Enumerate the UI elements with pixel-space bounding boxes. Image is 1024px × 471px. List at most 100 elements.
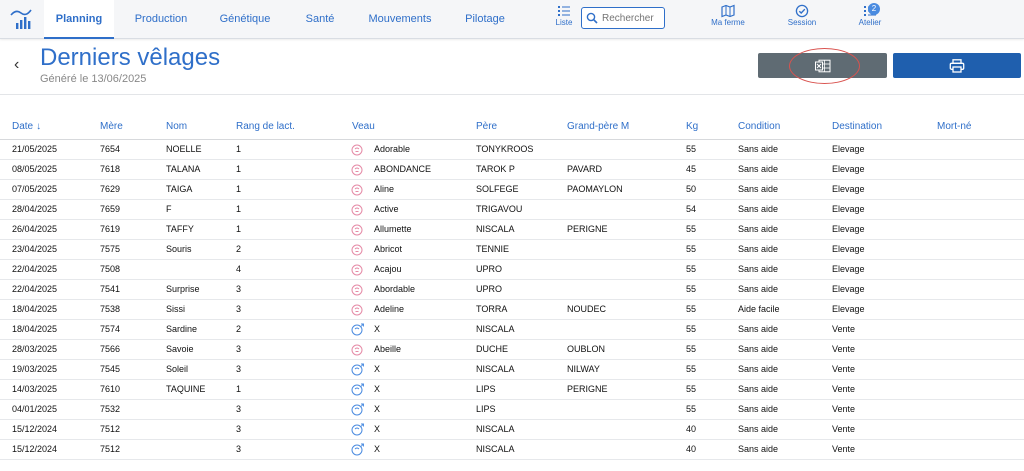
cell-kg: 55 <box>686 244 697 254</box>
column-header-grand-pere[interactable]: Grand-père M <box>567 114 629 139</box>
cell-grand-pere: PERIGNE <box>567 384 608 394</box>
table-row[interactable]: 18/04/2025 7574 Sardine 2 X NISCALA 55 Sans aid… <box>0 320 1024 340</box>
atelier-count-badge: 2 <box>868 3 880 15</box>
tab-planning[interactable]: Planning <box>44 0 114 39</box>
tab-sante[interactable]: Santé <box>295 0 345 38</box>
ma-ferme-button[interactable]: Ma ferme <box>705 4 751 34</box>
liste-button[interactable]: Liste <box>551 4 577 34</box>
tab-mouvements[interactable]: Mouvements <box>360 0 440 38</box>
printer-icon <box>949 58 965 73</box>
cell-kg: 55 <box>686 404 697 414</box>
print-button[interactable] <box>893 53 1021 78</box>
tab-genetique[interactable]: Génétique <box>210 0 280 38</box>
cell-nom: Soleil <box>166 364 189 374</box>
cell-pere: TENNIE <box>476 244 510 254</box>
cell-nom: Sissi <box>166 304 186 314</box>
column-header-destination[interactable]: Destination <box>832 114 882 139</box>
male-calf-icon <box>351 403 364 416</box>
cell-pere: NISCALA <box>476 444 515 454</box>
table-row[interactable]: 15/12/2024 7512 3 X NISCALA 40 Sans aide Vente <box>0 440 1024 460</box>
cell-kg: 55 <box>686 384 697 394</box>
table-row[interactable]: 07/05/2025 7629 TAIGA 1 Aline SOLFEGE PAOMAYLO… <box>0 180 1024 200</box>
cell-grand-pere: PAVARD <box>567 164 603 174</box>
column-header-mort-ne[interactable]: Mort-né <box>937 114 971 139</box>
app-logo-icon[interactable] <box>8 6 34 32</box>
cell-condition: Sans aide <box>738 144 779 154</box>
cell-date: 19/03/2025 <box>12 364 58 374</box>
cell-veau: X <box>374 324 381 334</box>
cell-destination: Vente <box>832 364 856 374</box>
cell-kg: 45 <box>686 164 697 174</box>
cell-rang: 1 <box>236 384 242 394</box>
table-row[interactable]: 18/04/2025 7538 Sissi 3 Adeline TORRA NOUDEC 55… <box>0 300 1024 320</box>
column-header-date[interactable]: Date ↓ <box>12 114 41 139</box>
column-header-rang[interactable]: Rang de lact. <box>236 114 295 139</box>
table-row[interactable]: 26/04/2025 7619 TAFFY 1 Allumette NISCALA PERI… <box>0 220 1024 240</box>
cell-mere: 7574 <box>100 324 121 334</box>
cell-destination: Elevage <box>832 284 865 294</box>
cell-pere: UPRO <box>476 264 503 274</box>
cell-veau: X <box>374 424 381 434</box>
cell-date: 26/04/2025 <box>12 224 58 234</box>
female-calf-icon <box>351 264 363 276</box>
table-row[interactable]: 23/04/2025 7575 Souris 2 Abricot TENNIE 55 Sans… <box>0 240 1024 260</box>
table-row[interactable]: 21/05/2025 7654 NOELLE 1 Adorable TONYKROOS 55… <box>0 140 1024 160</box>
cell-veau: Adorable <box>374 144 411 154</box>
cell-kg: 54 <box>686 204 697 214</box>
tab-production[interactable]: Production <box>124 0 198 38</box>
cell-mere: 7659 <box>100 204 121 214</box>
table-header-row: Date ↓ Mère Nom Rang de lact. Veau Père G… <box>0 114 1024 140</box>
table-row[interactable]: 28/04/2025 7659 F 1 Active TRIGAVOU 54 Sans aid… <box>0 200 1024 220</box>
cell-condition: Sans aide <box>738 164 779 174</box>
cell-pere: TORRA <box>476 304 508 314</box>
cell-rang: 1 <box>236 204 242 214</box>
session-button[interactable]: Session <box>782 4 822 34</box>
cell-grand-pere: NILWAY <box>567 364 600 374</box>
cell-mere: 7532 <box>100 404 121 414</box>
cell-date: 14/03/2025 <box>12 384 58 394</box>
table-row[interactable]: 14/03/2025 7610 TAQUINE 1 X LIPS PERIGNE 55 Sans… <box>0 380 1024 400</box>
cell-pere: TAROK P <box>476 164 515 174</box>
atelier-button[interactable]: 2 Atelier <box>852 3 888 34</box>
cell-date: 28/04/2025 <box>12 204 58 214</box>
cell-veau: Abordable <box>374 284 416 294</box>
cell-nom: NOELLE <box>166 144 202 154</box>
column-header-nom[interactable]: Nom <box>166 114 187 139</box>
column-header-condition[interactable]: Condition <box>738 114 780 139</box>
table-row[interactable]: 22/04/2025 7508 4 Acajou UPRO 55 Sans aide Elev… <box>0 260 1024 280</box>
cell-destination: Elevage <box>832 164 865 174</box>
header-divider <box>0 94 1024 95</box>
cell-mere: 7512 <box>100 424 121 434</box>
generated-date: Généré le 13/06/2025 <box>40 73 147 85</box>
back-button[interactable]: ‹ <box>14 56 19 74</box>
male-calf-icon <box>351 323 364 336</box>
cell-pere: TRIGAVOU <box>476 204 523 214</box>
excel-export-button[interactable] <box>758 53 887 78</box>
column-header-mere[interactable]: Mère <box>100 114 123 139</box>
cell-veau: X <box>374 404 381 414</box>
cell-mere: 7566 <box>100 344 121 354</box>
cell-grand-pere: OUBLON <box>567 344 606 354</box>
table-row[interactable]: 04/01/2025 7532 3 X LIPS 55 Sans aide Vente <box>0 400 1024 420</box>
column-header-pere[interactable]: Père <box>476 114 497 139</box>
cell-condition: Aide facile <box>738 304 780 314</box>
table-row[interactable]: 08/05/2025 7618 TALANA 1 ABONDANCE TAROK P PAV… <box>0 160 1024 180</box>
cell-mere: 7610 <box>100 384 121 394</box>
table-row[interactable]: 22/04/2025 7541 Surprise 3 Abordable UPRO 55 Sa… <box>0 280 1024 300</box>
table-row[interactable]: 28/03/2025 7566 Savoie 3 Abeille DUCHE OUBLON 5… <box>0 340 1024 360</box>
table-row[interactable]: 15/12/2024 7512 3 X NISCALA 40 Sans aide Vente <box>0 420 1024 440</box>
cell-date: 15/12/2024 <box>12 444 58 454</box>
table-row[interactable]: 19/03/2025 7545 Soleil 3 X NISCALA NILWAY 55 San… <box>0 360 1024 380</box>
search-box[interactable] <box>581 7 665 29</box>
search-input[interactable] <box>602 11 662 25</box>
column-header-kg[interactable]: Kg <box>686 114 698 139</box>
cell-condition: Sans aide <box>738 204 779 214</box>
cell-kg: 40 <box>686 424 697 434</box>
tab-pilotage[interactable]: Pilotage <box>457 0 513 38</box>
column-header-veau[interactable]: Veau <box>352 114 375 139</box>
table-body: 21/05/2025 7654 NOELLE 1 Adorable TONYKROOS 55… <box>0 140 1024 460</box>
cell-condition: Sans aide <box>738 324 779 334</box>
cell-mere: 7512 <box>100 444 121 454</box>
cell-rang: 2 <box>236 244 242 254</box>
cell-date: 21/05/2025 <box>12 144 58 154</box>
